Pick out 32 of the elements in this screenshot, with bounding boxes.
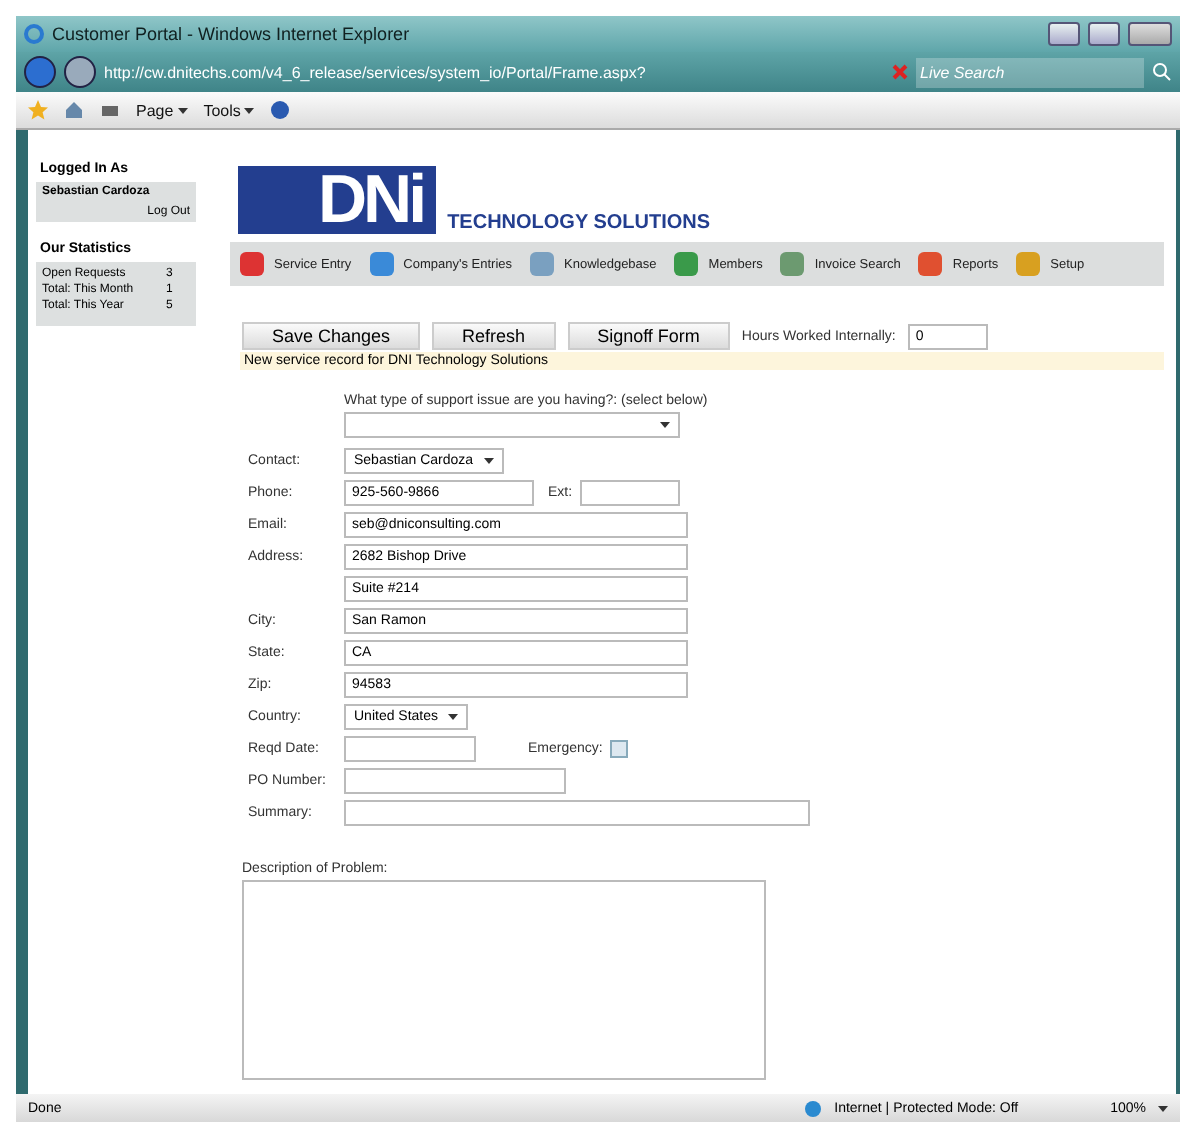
star-icon[interactable]: [28, 100, 48, 120]
action-button[interactable]: Save Changes: [242, 322, 421, 350]
menu-button[interactable]: Tools: [203, 101, 255, 119]
window-title: Customer Portal - Windows Internet Explorer: [52, 24, 412, 44]
checkbox[interactable]: [610, 740, 629, 758]
action-button[interactable]: Refresh: [432, 322, 556, 350]
input-field[interactable]: [344, 736, 476, 762]
text-area[interactable]: [242, 880, 766, 1080]
menu-button[interactable]: Page: [136, 101, 188, 119]
dropdown[interactable]: [344, 412, 680, 438]
caret-icon: [448, 714, 458, 720]
caret-icon: [244, 107, 255, 113]
address-field[interactable]: http://cw.dnitechs.com/v4_6_release/services/system_io/Portal/Frame.aspx?: [104, 63, 884, 81]
browser-icon: [24, 24, 44, 44]
caret-icon: [660, 422, 670, 428]
search-icon[interactable]: [1152, 62, 1172, 82]
input-field[interactable]: [344, 768, 566, 794]
globe-icon: [804, 1099, 823, 1117]
maximize-button[interactable]: [1088, 22, 1120, 46]
caret-icon: [1158, 1105, 1168, 1111]
home-icon[interactable]: [64, 100, 84, 120]
close-button[interactable]: [1128, 22, 1172, 46]
input-field[interactable]: [580, 480, 681, 506]
forward-button[interactable]: [64, 56, 96, 88]
action-button[interactable]: Signoff Form: [567, 322, 730, 350]
caret-icon: [484, 458, 494, 464]
minimize-button[interactable]: [1048, 22, 1080, 46]
input-field[interactable]: [344, 800, 810, 826]
back-button[interactable]: [24, 56, 56, 88]
logo: DNi: [238, 166, 436, 234]
caret-icon: [177, 107, 188, 113]
logo-tagline: TECHNOLOGY SOLUTIONS: [447, 212, 711, 234]
